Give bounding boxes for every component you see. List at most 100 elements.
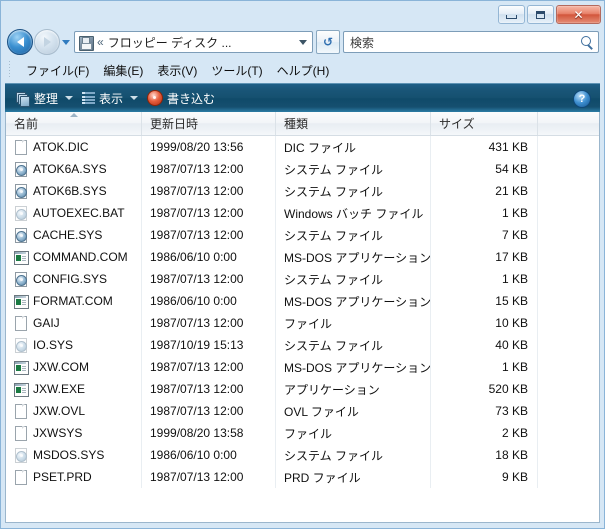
file-name-cell[interactable]: MSDOS.SYS <box>6 444 142 466</box>
maximize-button[interactable] <box>527 5 554 24</box>
file-name-cell[interactable]: JXW.EXE <box>6 378 142 400</box>
file-size-label: 1 KB <box>501 360 528 374</box>
search-box[interactable]: 検索 <box>343 31 599 53</box>
file-row-filler <box>538 224 599 246</box>
file-name-cell[interactable]: ATOK6B.SYS <box>6 180 142 202</box>
file-row-filler <box>538 268 599 290</box>
table-row[interactable]: ATOK6A.SYS 1987/07/13 12:00 システム ファイル 54 KB <box>6 158 599 180</box>
file-name-label: JXWSYS <box>33 426 83 440</box>
help-icon: ? <box>578 92 586 105</box>
file-rows: ATOK.DIC 1999/08/20 13:56 DIC ファイル 431 KB AT… <box>6 136 599 522</box>
back-button[interactable] <box>7 29 33 55</box>
menu-item-view[interactable]: 表示(V) <box>150 60 204 81</box>
table-row[interactable]: CACHE.SYS 1987/07/13 12:00 システム ファイル 7 KB <box>6 224 599 246</box>
file-date-label: 1986/06/10 0:00 <box>150 250 237 264</box>
file-size-cell: 9 KB <box>431 466 538 488</box>
file-type-label: システム ファイル <box>284 448 383 463</box>
file-name-cell[interactable]: JXWSYS <box>6 422 142 444</box>
menu-item-help[interactable]: ヘルプ(H) <box>270 60 337 81</box>
table-row[interactable]: JXW.OVL 1987/07/13 12:00 OVL ファイル 73 KB <box>6 400 599 422</box>
table-row[interactable]: FORMAT.COM 1986/06/10 0:00 MS-DOS アプリケーション… <box>6 290 599 312</box>
table-row[interactable]: JXWSYS 1999/08/20 13:58 ファイル 2 KB <box>6 422 599 444</box>
file-name-label: MSDOS.SYS <box>33 448 105 462</box>
title-bar[interactable]: ✕ <box>5 5 601 27</box>
minimize-button[interactable] <box>498 5 525 24</box>
file-name-cell[interactable]: CACHE.SYS <box>6 224 142 246</box>
file-name-cell[interactable]: PSET.PRD <box>6 466 142 488</box>
file-name-cell[interactable]: FORMAT.COM <box>6 290 142 312</box>
address-dropdown-button[interactable] <box>296 39 310 45</box>
column-header-date[interactable]: 更新日時 <box>142 112 276 135</box>
file-name-cell[interactable]: ATOK.DIC <box>6 136 142 158</box>
file-type-label: MS-DOS アプリケーション <box>284 360 431 375</box>
breadcrumb-overflow-icon[interactable]: « <box>97 36 104 48</box>
table-row[interactable]: COMMAND.COM 1986/06/10 0:00 MS-DOS アプリケーショ… <box>6 246 599 268</box>
refresh-button[interactable]: ↺ <box>316 30 340 54</box>
file-date-label: 1987/07/13 12:00 <box>150 228 244 242</box>
file-type-cell: システム ファイル <box>276 180 431 202</box>
organize-button[interactable]: 整理 <box>13 88 79 109</box>
file-name-cell[interactable]: ATOK6A.SYS <box>6 158 142 180</box>
column-header-type-label: 種類 <box>284 117 309 131</box>
chevron-down-icon <box>65 96 74 100</box>
table-row[interactable]: GAIJ 1987/07/13 12:00 ファイル 10 KB <box>6 312 599 334</box>
table-row[interactable]: PSET.PRD 1987/07/13 12:00 PRD ファイル 9 KB <box>6 466 599 488</box>
navigation-bar: « フロッピー ディスク ... ↺ 検索 <box>5 27 600 57</box>
table-row[interactable]: JXW.EXE 1987/07/13 12:00 アプリケーション 520 KB <box>6 378 599 400</box>
file-type-label: Windows バッチ ファイル <box>284 206 424 221</box>
table-row[interactable]: ATOK6B.SYS 1987/07/13 12:00 システム ファイル 21 KB <box>6 180 599 202</box>
menu-item-file[interactable]: ファイル(F) <box>19 60 96 81</box>
organize-icon <box>16 91 30 107</box>
column-header-type[interactable]: 種類 <box>276 112 431 135</box>
column-header-size[interactable]: サイズ <box>431 112 538 135</box>
file-name-cell[interactable]: AUTOEXEC.BAT <box>6 202 142 224</box>
organize-label: 整理 <box>34 91 59 106</box>
file-name-cell[interactable]: GAIJ <box>6 312 142 334</box>
file-date-cell: 1987/07/13 12:00 <box>142 202 276 224</box>
file-size-cell: 520 KB <box>431 378 538 400</box>
views-button[interactable]: 表示 <box>79 88 144 109</box>
close-button[interactable]: ✕ <box>556 5 601 24</box>
document-icon <box>14 403 28 419</box>
msdos-application-icon <box>14 382 29 397</box>
column-header-size-label: サイズ <box>439 117 475 131</box>
file-name-cell[interactable]: JXW.COM <box>6 356 142 378</box>
refresh-icon: ↺ <box>322 35 334 49</box>
file-type-cell: MS-DOS アプリケーション <box>276 246 431 268</box>
table-row[interactable]: JXW.COM 1987/07/13 12:00 MS-DOS アプリケーション 1 … <box>6 356 599 378</box>
system-file-icon <box>14 183 28 199</box>
search-input[interactable]: 検索 <box>350 34 581 51</box>
file-size-cell: 15 KB <box>431 290 538 312</box>
file-name-cell[interactable]: COMMAND.COM <box>6 246 142 268</box>
help-button[interactable]: ? <box>573 90 591 108</box>
file-row-filler <box>538 158 599 180</box>
floppy-disk-icon <box>78 35 94 51</box>
table-row[interactable]: AUTOEXEC.BAT 1987/07/13 12:00 Windows バッチ … <box>6 202 599 224</box>
menu-item-edit[interactable]: 編集(E) <box>96 60 150 81</box>
file-name-cell[interactable]: JXW.OVL <box>6 400 142 422</box>
file-date-cell: 1987/07/13 12:00 <box>142 158 276 180</box>
address-bar[interactable]: « フロッピー ディスク ... <box>74 31 313 53</box>
file-name-cell[interactable]: CONFIG.SYS <box>6 268 142 290</box>
file-size-label: 15 KB <box>495 294 528 308</box>
breadcrumb[interactable]: フロッピー ディスク ... <box>108 34 296 51</box>
file-date-label: 1987/07/13 12:00 <box>150 360 244 374</box>
menu-item-tools[interactable]: ツール(T) <box>204 60 269 81</box>
file-name-cell[interactable]: IO.SYS <box>6 334 142 356</box>
file-row-filler <box>538 334 599 356</box>
file-size-cell: 2 KB <box>431 422 538 444</box>
system-file-icon <box>14 271 28 287</box>
table-row[interactable]: MSDOS.SYS 1986/06/10 0:00 システム ファイル 18 KB <box>6 444 599 466</box>
file-date-cell: 1986/06/10 0:00 <box>142 290 276 312</box>
history-dropdown-button[interactable] <box>60 39 72 45</box>
document-icon <box>14 425 28 441</box>
file-type-cell: システム ファイル <box>276 334 431 356</box>
table-row[interactable]: ATOK.DIC 1999/08/20 13:56 DIC ファイル 431 KB <box>6 136 599 158</box>
table-row[interactable]: CONFIG.SYS 1987/07/13 12:00 システム ファイル 1 KB <box>6 268 599 290</box>
column-header-row: 名前 更新日時 種類 サイズ <box>6 112 599 136</box>
table-row[interactable]: IO.SYS 1987/10/19 15:13 システム ファイル 40 KB <box>6 334 599 356</box>
column-header-name[interactable]: 名前 <box>6 112 142 135</box>
burn-button[interactable]: 書き込む <box>144 88 221 109</box>
file-date-cell: 1987/07/13 12:00 <box>142 356 276 378</box>
forward-button[interactable] <box>34 29 60 55</box>
